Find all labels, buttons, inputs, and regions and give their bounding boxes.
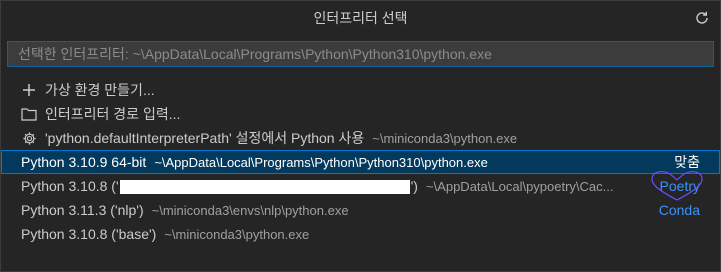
create-venv-label: 가상 환경 만들기... xyxy=(45,82,155,98)
interpreter-label: Python 3.10.8 ('base') xyxy=(21,226,157,242)
default-path-setting-desc: ~\miniconda3\python.exe xyxy=(372,130,518,146)
interpreter-path: ~\miniconda3\envs\nlp\python.exe xyxy=(151,202,349,218)
interpreter-item-poetry[interactable]: Python 3.10.8 (' ') ~\AppData\Local\pypoe… xyxy=(1,171,720,201)
interpreter-search-box xyxy=(7,41,714,67)
default-path-setting-item[interactable]: 'python.defaultInterpreterPath' 설정에서 Pyt… xyxy=(1,126,720,150)
interpreter-path: ~\AppData\Local\pypoetry\Cac... xyxy=(425,178,614,194)
quick-pick-title: 인터프리터 선택 xyxy=(313,10,408,26)
create-venv-item[interactable]: 가상 환경 만들기... xyxy=(1,78,720,102)
plus-icon xyxy=(21,82,37,98)
interpreter-path: ~\miniconda3\python.exe xyxy=(164,226,310,242)
recommended-badge: 맞춤 xyxy=(674,154,700,170)
interpreter-quick-pick: 인터프리터 선택 가상 환경 만들기... 인터프리터 경로 입력... xyxy=(0,0,721,272)
interpreter-list: 가상 환경 만들기... 인터프리터 경로 입력... 'python.defa… xyxy=(1,78,720,246)
interpreter-item-python310[interactable]: Python 3.10.9 64-bit ~\AppData\Local\Pro… xyxy=(1,150,720,174)
folder-icon xyxy=(21,106,37,122)
interpreter-path: ~\AppData\Local\Programs\Python\Python31… xyxy=(154,154,488,170)
interpreter-item-nlp[interactable]: Python 3.11.3 ('nlp') ~\miniconda3\envs\… xyxy=(1,198,720,222)
interpreter-label-prefix: Python 3.10.8 (' xyxy=(21,177,119,194)
poetry-badge: Poetry xyxy=(659,178,700,194)
interpreter-item-base[interactable]: Python 3.10.8 ('base') ~\miniconda3\pyth… xyxy=(1,222,720,246)
conda-badge: Conda xyxy=(658,202,700,218)
gear-icon xyxy=(21,130,37,146)
interpreter-label: Python 3.10.9 64-bit xyxy=(21,154,147,170)
quick-pick-title-bar: 인터프리터 선택 xyxy=(1,1,720,35)
interpreter-search-input[interactable] xyxy=(16,45,705,63)
redacted-env-name xyxy=(119,180,410,195)
enter-path-label: 인터프리터 경로 입력... xyxy=(45,106,181,122)
refresh-icon[interactable] xyxy=(692,8,712,28)
default-path-setting-label: 'python.defaultInterpreterPath' 설정에서 Pyt… xyxy=(45,130,365,146)
interpreter-label: Python 3.10.8 (' ') xyxy=(21,177,418,195)
interpreter-label: Python 3.11.3 ('nlp') xyxy=(21,202,144,218)
enter-path-item[interactable]: 인터프리터 경로 입력... xyxy=(1,102,720,126)
interpreter-label-suffix: ') xyxy=(410,177,418,194)
